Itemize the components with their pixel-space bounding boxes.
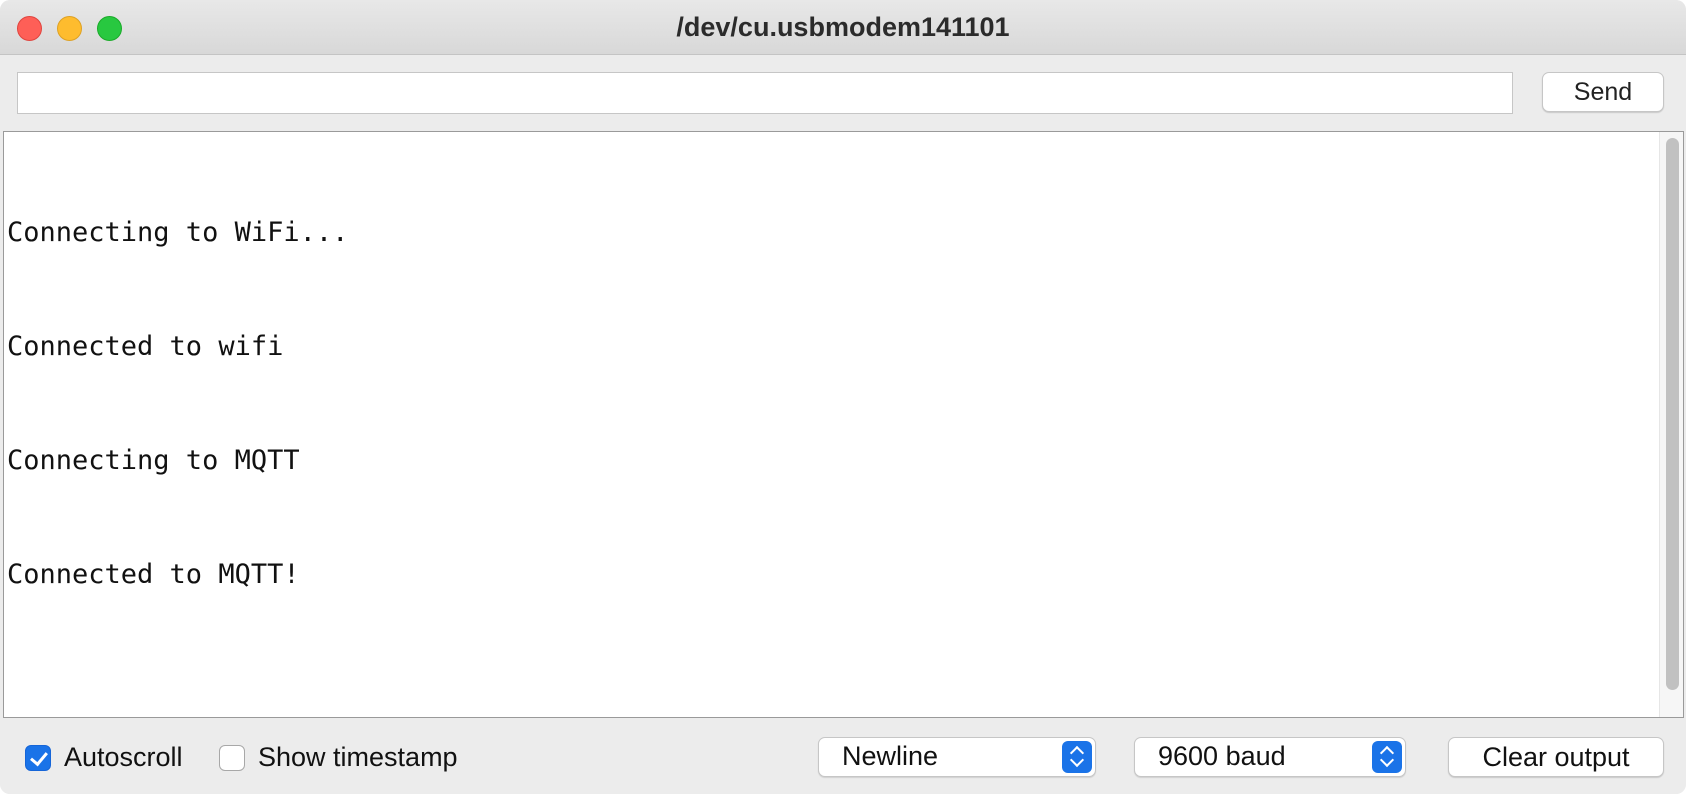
baud-rate-select[interactable]: 9600 baud [1134, 737, 1406, 777]
autoscroll-label[interactable]: Autoscroll [64, 742, 183, 773]
output-lines: Connecting to WiFi... Connected to wifi … [7, 138, 348, 670]
output-line: Connected to wifi [7, 331, 284, 362]
scrollbar-thumb[interactable] [1666, 138, 1679, 690]
output-line: Connected to MQTT! [7, 559, 300, 590]
output-line: Connecting to MQTT [7, 445, 300, 476]
autoscroll-checkbox[interactable] [25, 745, 51, 771]
line-ending-select[interactable]: Newline [818, 737, 1096, 777]
output-line: Connecting to WiFi... [7, 217, 349, 248]
checkmark-icon [30, 747, 48, 767]
up-down-chevron-icon [1372, 741, 1402, 773]
title-bar[interactable]: /dev/cu.usbmodem141101 [0, 0, 1686, 55]
show-timestamp-checkbox[interactable] [219, 745, 245, 771]
vertical-scrollbar[interactable] [1659, 132, 1683, 717]
clear-output-button[interactable]: Clear output [1448, 737, 1664, 777]
send-button[interactable]: Send [1542, 72, 1664, 112]
bottom-bar: Autoscroll Show timestamp Newline 9600 b… [0, 718, 1686, 794]
send-toolbar: Send [0, 55, 1686, 130]
up-down-chevron-icon [1062, 741, 1092, 773]
show-timestamp-label[interactable]: Show timestamp [258, 742, 458, 773]
send-input[interactable] [17, 72, 1513, 114]
line-ending-value: Newline [842, 741, 939, 771]
serial-monitor-window: /dev/cu.usbmodem141101 Send Connecting t… [0, 0, 1686, 794]
baud-rate-value: 9600 baud [1158, 741, 1286, 771]
serial-output[interactable]: Connecting to WiFi... Connected to wifi … [3, 131, 1684, 718]
window-title: /dev/cu.usbmodem141101 [676, 12, 1010, 42]
